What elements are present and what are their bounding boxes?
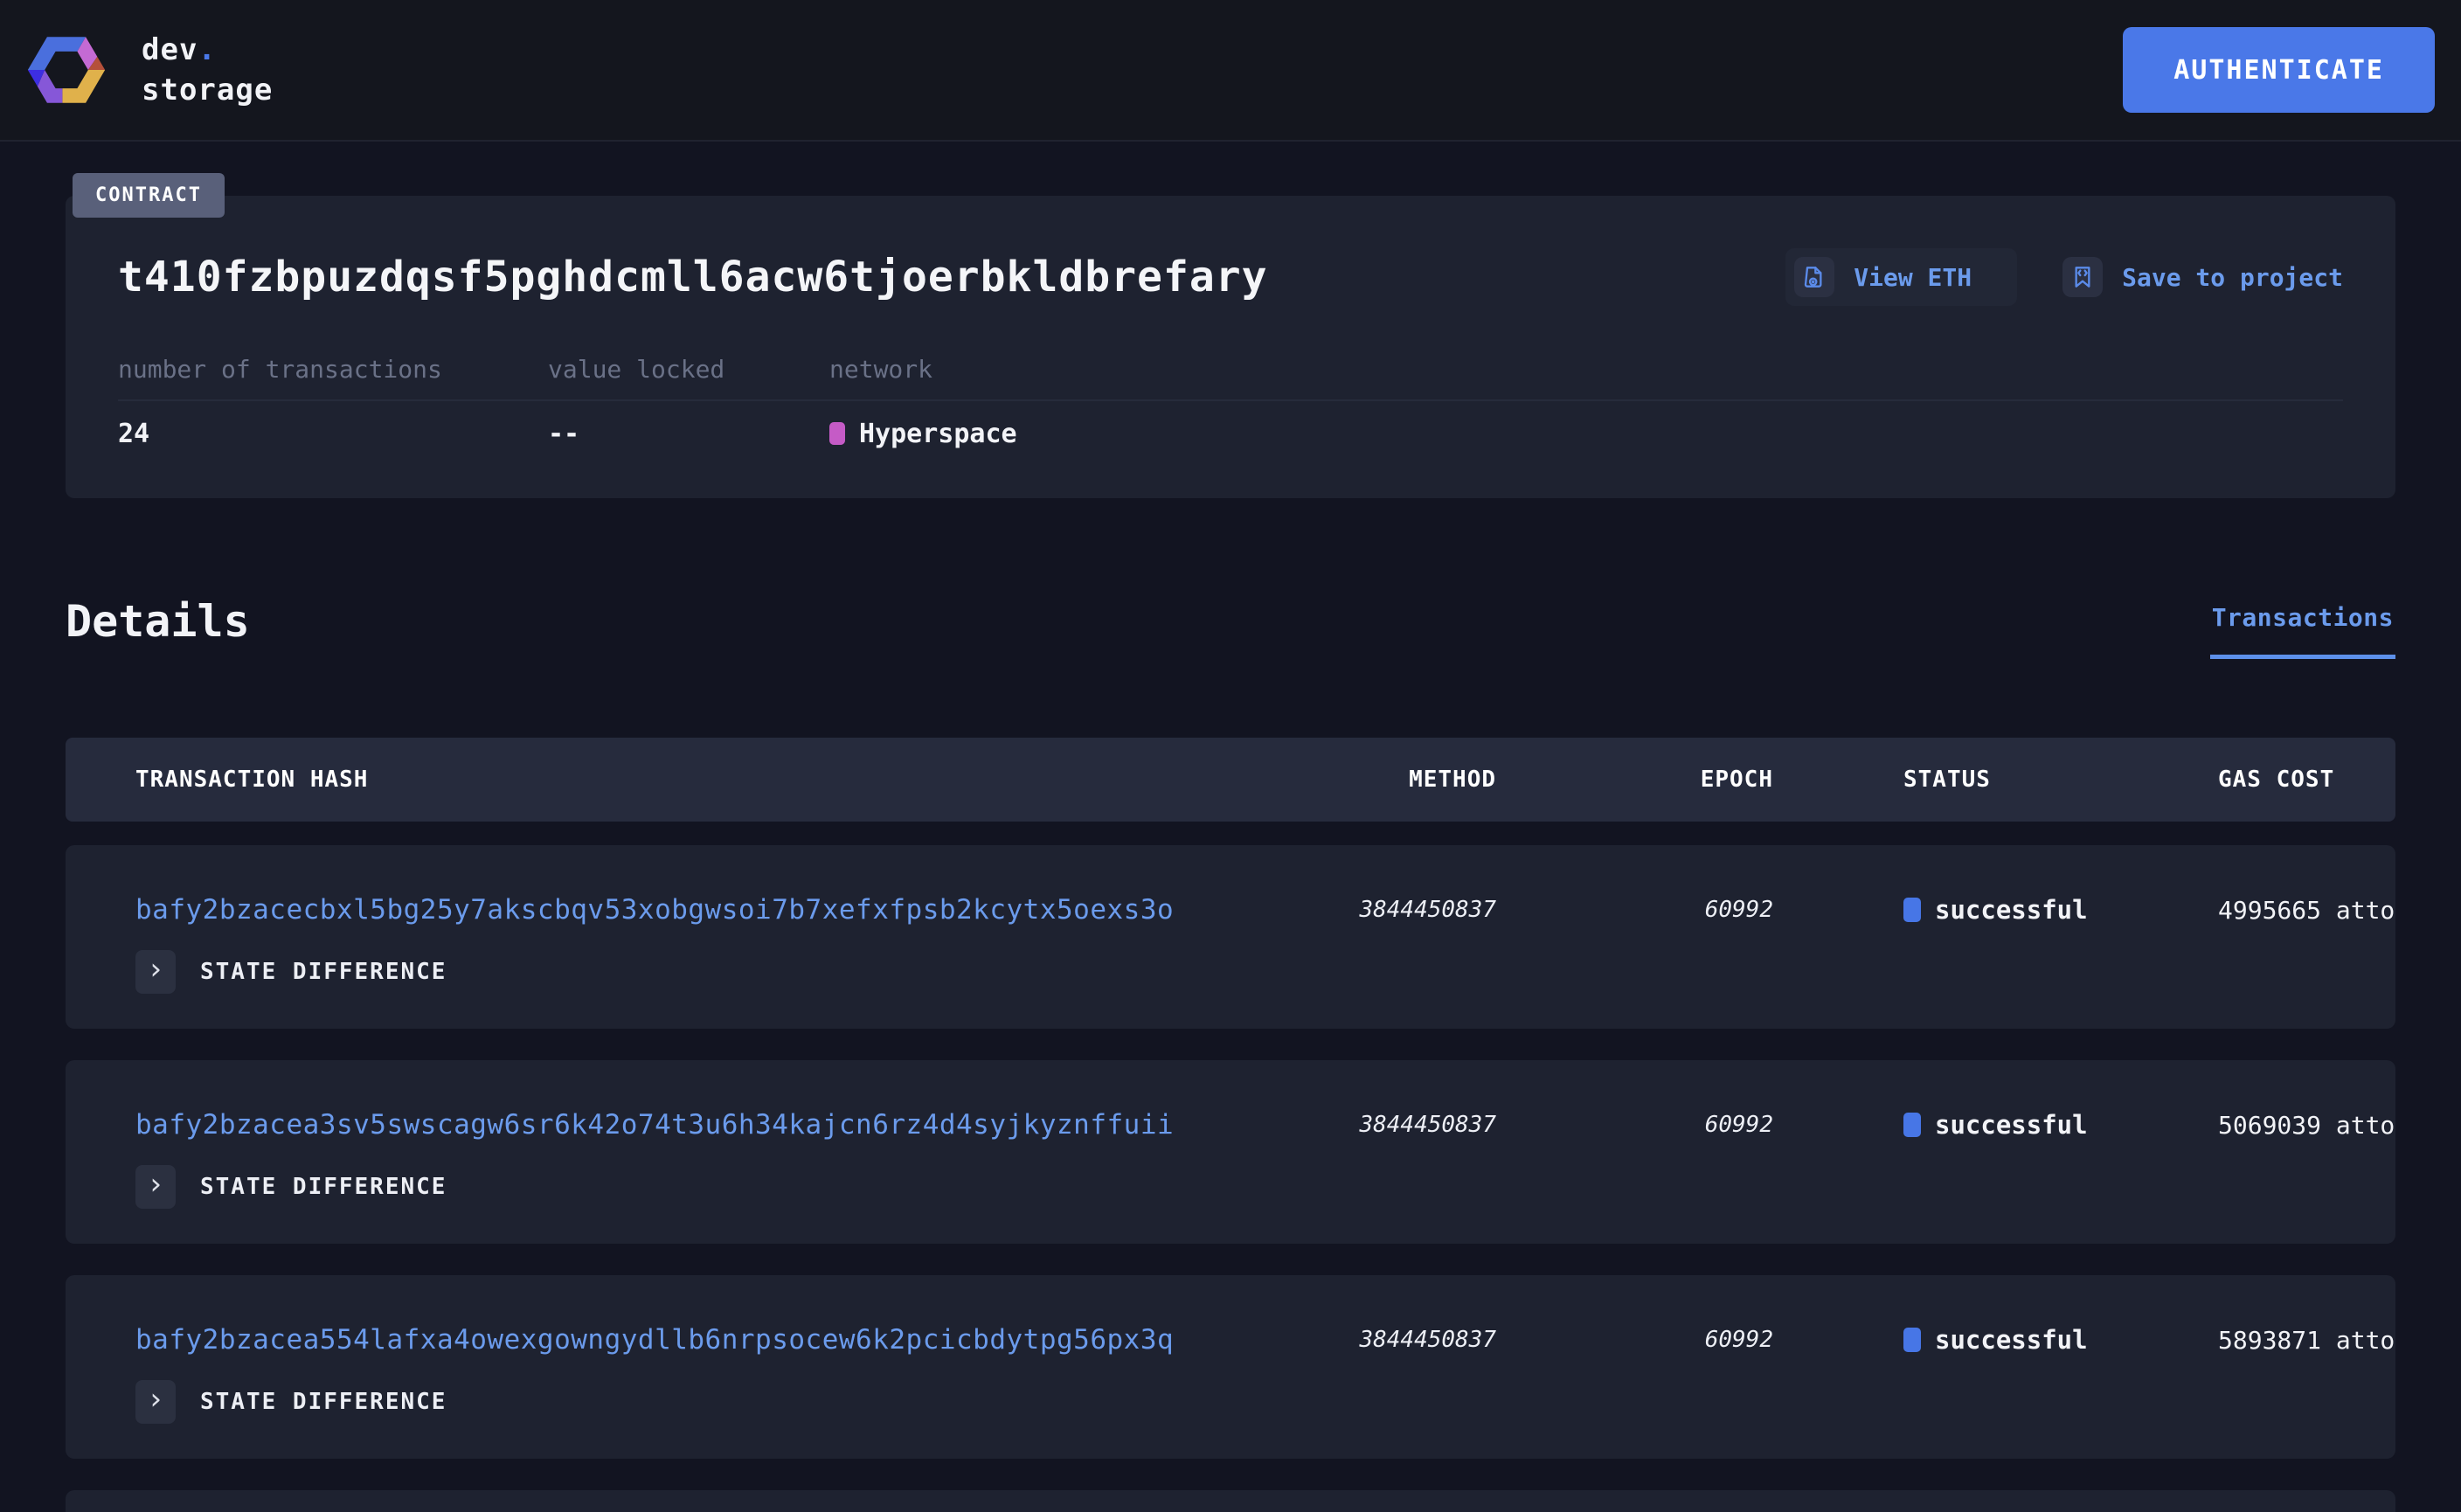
- table-row: bafy2bzacea3sv5swscagw6sr6k42o74t3u6h34k…: [66, 1060, 2395, 1244]
- gas-cost-value: 5069039 atto: [2218, 1111, 2395, 1140]
- stats-divider: [118, 399, 2343, 401]
- document-eye-icon: [1794, 257, 1834, 297]
- hexagon-logo-icon: [26, 30, 107, 110]
- gas-cost-value: 5893871 atto: [2218, 1326, 2395, 1355]
- stat-label-transactions: number of transactions: [118, 355, 548, 384]
- gas-cost-value: 4995665 atto: [2218, 896, 2395, 925]
- app-logo[interactable]: dev. storage: [26, 30, 273, 110]
- method-value: 3844450837: [1234, 1112, 1496, 1138]
- state-difference-label: STATE DIFFERENCE: [200, 959, 447, 985]
- column-epoch: EPOCH: [1496, 766, 1773, 793]
- column-transaction-hash: TRANSACTION HASH: [135, 766, 1234, 793]
- stat-label-value-locked: value locked: [548, 355, 829, 384]
- status-dot-icon: [1903, 1328, 1921, 1352]
- view-eth-label: View ETH: [1854, 263, 1972, 292]
- stat-value-transactions: 24: [118, 419, 548, 449]
- logo-line1: dev: [142, 32, 198, 67]
- tab-transactions[interactable]: Transactions: [2210, 596, 2395, 659]
- state-difference-expander[interactable]: › STATE DIFFERENCE: [135, 1380, 2395, 1424]
- transaction-hash-link[interactable]: bafy2bzacecbxl5bg25y7akscbqv53xobgwsoi7b…: [135, 894, 1174, 926]
- stat-label-network: network: [829, 355, 2343, 384]
- status-text: successful: [1935, 1110, 2088, 1140]
- transaction-hash-link[interactable]: bafy2bzacea3sv5swscagw6sr6k42o74t3u6h34k…: [135, 1109, 1174, 1141]
- network-name: Hyperspace: [859, 419, 1017, 449]
- state-difference-expander[interactable]: › STATE DIFFERENCE: [135, 1165, 2395, 1209]
- status-badge: successful: [1903, 1110, 2218, 1140]
- transaction-hash-link[interactable]: bafy2bzacea554lafxa4owexgowngydllb6nrpso…: [135, 1324, 1174, 1356]
- column-method: METHOD: [1234, 766, 1496, 793]
- state-difference-label: STATE DIFFERENCE: [200, 1389, 447, 1415]
- chevron-right-icon[interactable]: ›: [135, 1380, 176, 1424]
- view-eth-button[interactable]: View ETH: [1785, 248, 2017, 306]
- status-text: successful: [1935, 1325, 2088, 1355]
- state-difference-expander[interactable]: › STATE DIFFERENCE: [135, 950, 2395, 994]
- table-header: TRANSACTION HASH METHOD EPOCH STATUS GAS…: [66, 738, 2395, 822]
- save-to-project-label: Save to project: [2122, 263, 2343, 292]
- status-text: successful: [1935, 895, 2088, 925]
- table-row: bafy2bzacecbxl5bg25y7akscbqv53xobgwsoi7b…: [66, 845, 2395, 1029]
- status-badge: successful: [1903, 895, 2218, 925]
- stat-value-value-locked: --: [548, 419, 829, 449]
- table-row: bafy2bzacea554lafxa4owexgowngydllb6nrpso…: [66, 1275, 2395, 1459]
- authenticate-button[interactable]: AUTHENTICATE: [2123, 27, 2435, 113]
- method-value: 3844450837: [1234, 1327, 1496, 1353]
- status-badge: successful: [1903, 1325, 2218, 1355]
- page-title: Details: [66, 596, 250, 647]
- method-value: 3844450837: [1234, 897, 1496, 923]
- status-dot-icon: [1903, 1113, 1921, 1137]
- logo-dot: .: [198, 32, 216, 67]
- column-gas-cost: GAS COST: [2218, 766, 2395, 793]
- save-to-project-button[interactable]: Save to project: [2062, 257, 2343, 297]
- contract-card: CONTRACT t410fzbpuzdqsf5pghdcmll6acw6tjo…: [66, 196, 2395, 498]
- epoch-value: 60992: [1496, 897, 1773, 923]
- chevron-right-icon[interactable]: ›: [135, 1165, 176, 1209]
- chevron-right-icon[interactable]: ›: [135, 950, 176, 994]
- top-bar: dev. storage AUTHENTICATE: [0, 0, 2461, 142]
- bookmark-code-icon: [2062, 257, 2103, 297]
- contract-address: t410fzbpuzdqsf5pghdcmll6acw6tjoerbkldbre…: [118, 253, 1268, 302]
- contract-badge: CONTRACT: [73, 173, 225, 218]
- epoch-value: 60992: [1496, 1327, 1773, 1353]
- status-dot-icon: [1903, 898, 1921, 922]
- state-difference-label: STATE DIFFERENCE: [200, 1174, 447, 1200]
- epoch-value: 60992: [1496, 1112, 1773, 1138]
- stat-value-network: Hyperspace: [829, 419, 2343, 449]
- network-dot-icon: [829, 422, 845, 445]
- logo-wordmark: dev. storage: [142, 30, 273, 110]
- logo-line2: storage: [142, 73, 273, 108]
- column-status: STATUS: [1773, 766, 2218, 793]
- table-row-partial: [66, 1490, 2395, 1512]
